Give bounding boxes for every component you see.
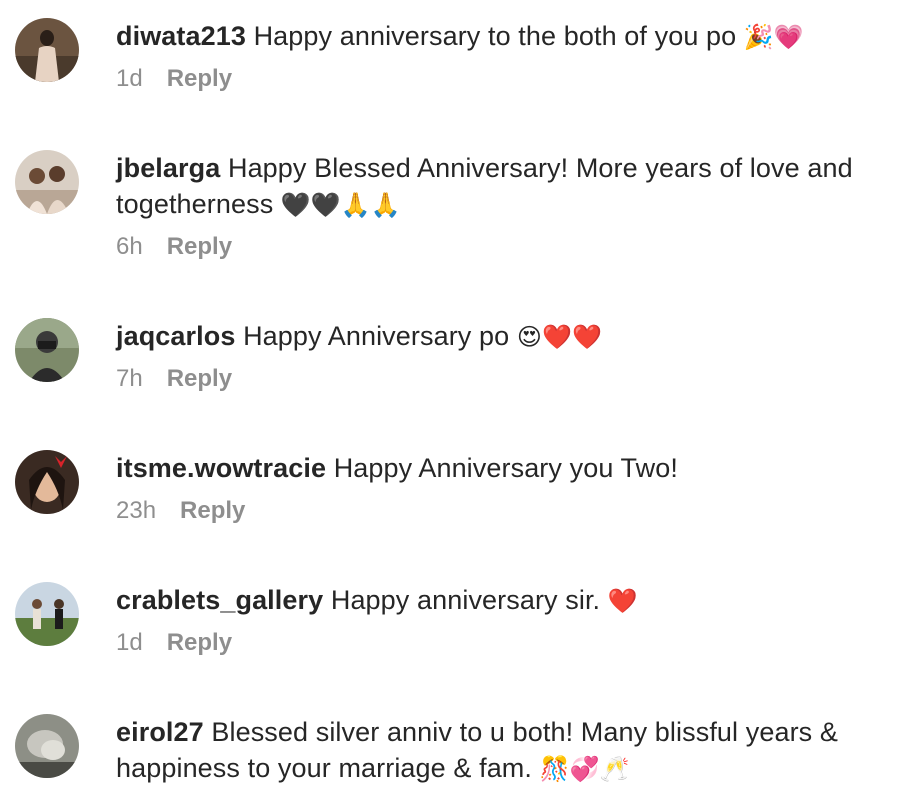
comment-emoji: 😍❤️❤️ [516,323,602,351]
comment-timestamp: 7h [116,365,143,392]
comment-username[interactable]: jbelarga [116,153,220,183]
comment-username[interactable]: jaqcarlos [116,321,235,351]
avatar[interactable] [15,714,79,778]
comment-text: crablets_gallery Happy anniversary sir. … [116,582,902,619]
comment-text: diwata213 Happy anniversary to the both … [116,18,902,55]
comment-emoji: 🎉💗 [743,23,804,51]
avatar[interactable] [15,450,79,514]
comment-timestamp: 1d [116,65,143,92]
reply-button[interactable]: Reply [167,365,232,393]
comment-username[interactable]: diwata213 [116,21,246,51]
comment-text: itsme.wowtracie Happy Anniversary you Tw… [116,450,902,487]
comment-text: jbelarga Happy Blessed Anniversary! More… [116,150,902,223]
comment-emoji: 🖤🖤🙏🙏 [280,191,401,219]
comment-message: Happy Blessed Anniversary! More years of… [116,153,853,219]
comment-message: Happy Anniversary po [243,321,510,351]
avatar[interactable] [15,318,79,382]
comment-meta: 23h Reply [116,497,902,525]
reply-button[interactable]: Reply [167,629,232,657]
avatar[interactable] [15,582,79,646]
reply-button[interactable]: Reply [180,497,245,525]
comment-message: Blessed silver anniv to u both! Many bli… [116,717,838,783]
reply-button[interactable]: Reply [167,233,232,261]
comment-meta: 7h Reply [116,365,902,393]
comment-timestamp: 23h [116,497,157,524]
comment-timestamp: 6h [116,233,143,260]
comment-meta: 6h Reply [116,233,902,261]
avatar[interactable] [15,150,79,214]
comment-text: eirol27 Blessed silver anniv to u both! … [116,714,902,787]
comment-meta: 1d Reply [116,629,902,657]
comment-message: Happy anniversary sir. [330,585,601,615]
comment-username[interactable]: itsme.wowtracie [116,453,326,483]
comment-username[interactable]: eirol27 [116,717,204,747]
comment-message: Happy anniversary to the both of you po [253,21,737,51]
comment-emoji: 🎊💞🥂 [539,755,630,783]
comment-emoji: ❤️ [607,587,638,615]
comment-meta: 1d Reply [116,65,902,93]
avatar[interactable] [15,18,79,82]
reply-button[interactable]: Reply [167,65,232,93]
comment-timestamp: 1d [116,629,143,656]
comment-text: jaqcarlos Happy Anniversary po 😍❤️❤️ [116,318,902,355]
comment-message: Happy Anniversary you Two! [333,453,678,483]
comment-username[interactable]: crablets_gallery [116,585,323,615]
